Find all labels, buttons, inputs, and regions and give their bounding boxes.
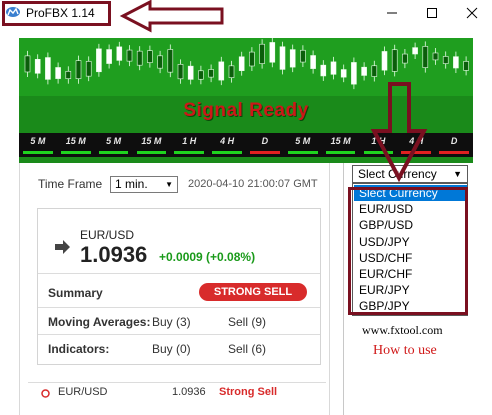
app-window: ProFBX 1.14 Signal Ready 5 M 15 M5 M 15 M1… [0,0,492,415]
left-arrow-annotation [119,0,224,33]
down-arrow-annotation [370,82,428,183]
annotation-arrows [119,0,428,183]
